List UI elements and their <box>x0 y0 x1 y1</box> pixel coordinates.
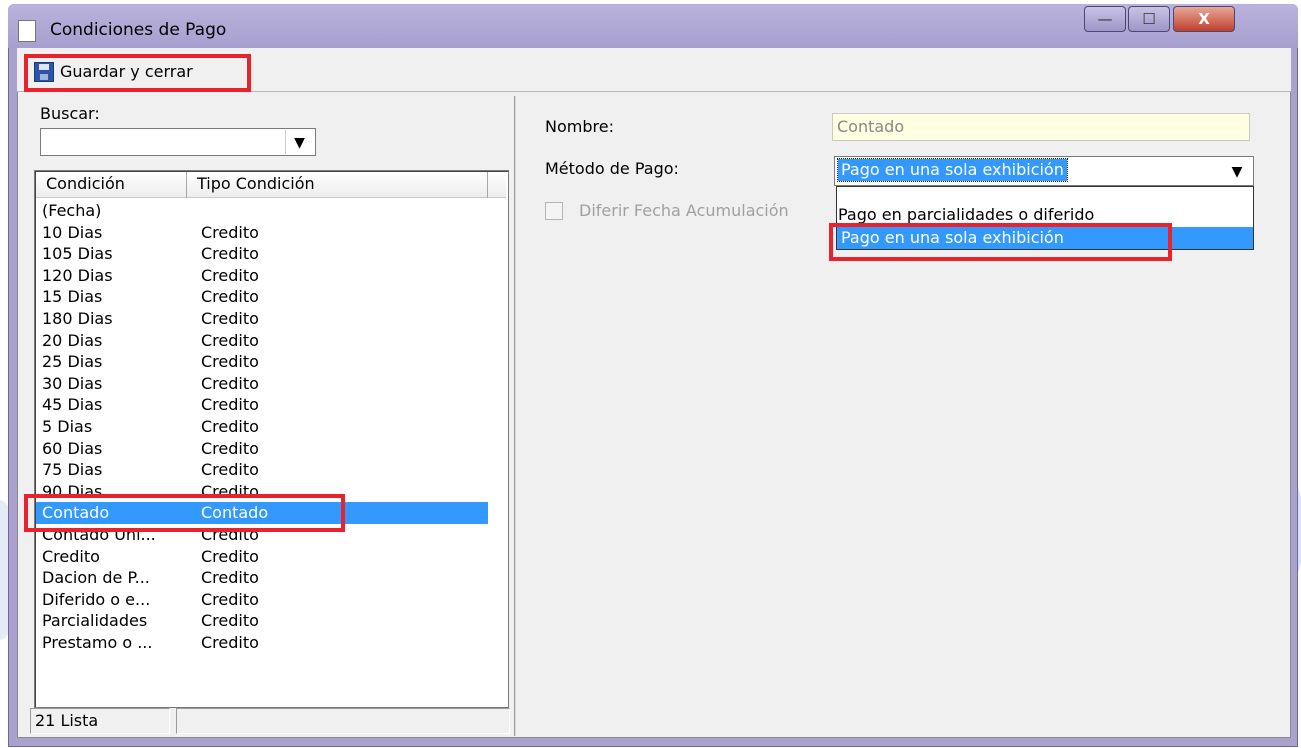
condicion-cell: (Fecha) <box>42 201 102 220</box>
diferir-fecha-checkbox[interactable] <box>545 202 563 220</box>
tipo-condicion-cell: Credito <box>201 633 259 652</box>
tipo-condicion-cell: Credito <box>201 611 259 631</box>
maximize-button[interactable]: ☐ <box>1128 6 1170 32</box>
chevron-down-icon[interactable]: ▼ <box>1222 159 1252 184</box>
condicion-cell: Credito <box>42 546 100 566</box>
search-combobox[interactable] <box>40 128 316 156</box>
minimize-button[interactable]: — <box>1084 6 1126 32</box>
window-title: Condiciones de Pago <box>50 20 227 40</box>
nombre-field[interactable]: Contado <box>832 113 1250 141</box>
table-row[interactable]: (Fecha) <box>40 200 488 222</box>
search-label: Buscar: <box>40 104 100 123</box>
tipo-condicion-cell: Credito <box>201 373 259 393</box>
chevron-down-icon[interactable]: ▼ <box>285 130 313 154</box>
tipo-condicion-cell: Credito <box>201 546 259 566</box>
condicion-cell: 105 Dias <box>42 244 113 264</box>
tipo-condicion-cell: Credito <box>201 460 259 480</box>
document-icon <box>18 20 36 42</box>
table-row[interactable]: 20 Dias Credito <box>40 330 488 352</box>
table-row[interactable]: 10 Dias Credito <box>40 222 488 244</box>
condicion-cell: 20 Dias <box>42 330 103 350</box>
condicion-cell: 15 Dias <box>42 287 103 307</box>
table-row[interactable]: 180 Dias Credito <box>40 308 488 330</box>
condicion-cell: 5 Dias <box>42 417 93 436</box>
diferir-fecha-label: Diferir Fecha Acumulación <box>579 201 789 220</box>
tipo-condicion-cell: Credito <box>201 287 259 307</box>
metodo-de-pago-label: Método de Pago: <box>545 159 679 178</box>
condicion-cell: 180 Dias <box>42 309 113 328</box>
tipo-condicion-cell: Credito <box>201 309 259 328</box>
nombre-label: Nombre: <box>545 117 614 136</box>
close-button[interactable]: X <box>1173 6 1235 32</box>
condicion-cell: 10 Dias <box>42 222 103 242</box>
tipo-condicion-cell: Credito <box>201 589 259 609</box>
table-row[interactable]: Prestamo o ... Credito <box>40 632 488 654</box>
condicion-cell: 120 Dias <box>42 265 113 285</box>
tipo-condicion-cell: Credito <box>201 352 259 372</box>
condicion-cell: Parcialidades <box>42 611 148 631</box>
status-count: 21 Lista <box>30 708 170 734</box>
condicion-cell: Prestamo o ... <box>42 633 153 652</box>
table-row[interactable]: Dacion de P... Credito <box>40 567 488 589</box>
table-row[interactable]: 25 Dias Credito <box>40 351 488 373</box>
table-row[interactable]: 105 Dias Credito <box>40 243 488 265</box>
highlight-box <box>24 494 345 532</box>
table-row[interactable]: 45 Dias Credito <box>40 394 488 416</box>
condicion-cell: 60 Dias <box>42 438 103 458</box>
condicion-cell: 75 Dias <box>42 460 103 480</box>
tipo-condicion-cell: Credito <box>201 395 259 415</box>
highlight-box <box>829 223 1172 261</box>
condicion-cell: Diferido o e... <box>42 589 151 609</box>
table-row[interactable]: 60 Dias Credito <box>40 438 488 460</box>
table-row[interactable]: Diferido o e... Credito <box>40 589 488 611</box>
panel-splitter[interactable] <box>514 96 516 736</box>
condicion-cell: 30 Dias <box>42 373 103 393</box>
tipo-condicion-cell: Credito <box>201 244 259 264</box>
table-row[interactable]: 75 Dias Credito <box>40 459 488 481</box>
tipo-condicion-cell: Credito <box>201 417 259 436</box>
tipo-condicion-cell: Credito <box>201 568 259 588</box>
table-row[interactable]: 30 Dias Credito <box>40 373 488 395</box>
tipo-condicion-cell: Credito <box>201 438 259 458</box>
table-row[interactable]: 120 Dias Credito <box>40 265 488 287</box>
tipo-condicion-cell: Credito <box>201 222 259 242</box>
table-row[interactable]: 5 Dias Credito <box>40 416 488 438</box>
metodo-de-pago-value[interactable]: Pago en una sola exhibición <box>837 158 1068 182</box>
condicion-cell: 45 Dias <box>42 395 103 415</box>
table-row[interactable]: Credito Credito <box>40 546 488 568</box>
condicion-cell: 25 Dias <box>42 352 103 372</box>
status-panel <box>176 708 510 734</box>
condicion-cell: Dacion de P... <box>42 568 150 588</box>
tipo-condicion-cell: Credito <box>201 330 259 350</box>
table-row[interactable]: Parcialidades Credito <box>40 610 488 632</box>
column-header-condicion[interactable]: Condición <box>36 172 187 198</box>
table-row[interactable]: 15 Dias Credito <box>40 286 488 308</box>
highlight-box <box>24 54 251 92</box>
column-header-tipo-condicion[interactable]: Tipo Condición <box>187 172 488 198</box>
tipo-condicion-cell: Credito <box>201 265 259 285</box>
